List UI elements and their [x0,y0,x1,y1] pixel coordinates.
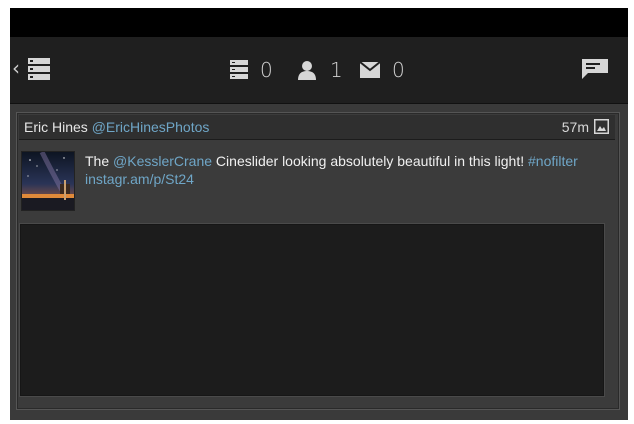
timeline-count: 0 [260,58,273,82]
avatar[interactable] [21,151,75,211]
hashtag-link[interactable]: #nofilter [528,153,578,169]
tweet-header: Eric Hines @EricHinesPhotos 57m [19,115,615,140]
author: Eric Hines @EricHinesPhotos [24,119,209,135]
tweet-timestamp: 57m [561,119,589,135]
action-bar: ‹ 0 1 0 [10,37,628,104]
stacked-list-icon[interactable] [28,58,50,85]
list-icon [230,60,248,85]
image-icon[interactable] [594,119,609,139]
mentions-count: 1 [330,58,343,82]
person-icon [298,60,316,85]
timeline: Eric Hines @EricHinesPhotos 57m The @Kes… [10,104,628,420]
url-link[interactable]: instagr.am/p/St24 [85,171,194,187]
media-preview[interactable] [19,223,605,397]
tweet-text-prefix: The [85,153,114,169]
chevron-left-icon[interactable]: ‹ [12,58,20,78]
mention-link[interactable]: @KesslerCrane [113,153,212,169]
envelope-icon [359,61,381,83]
author-handle[interactable]: @EricHinesPhotos [92,119,210,135]
tweet-text: The @KesslerCrane Cineslider looking abs… [85,152,605,188]
messages-count: 0 [392,58,405,82]
tweet-card[interactable]: Eric Hines @EricHinesPhotos 57m The @Kes… [16,112,620,410]
status-bar [10,8,628,37]
app-window: ‹ 0 1 0 Eric Hines @EricHinesPhotos 57m … [10,8,628,420]
compose-icon[interactable] [582,59,608,84]
author-name[interactable]: Eric Hines [24,119,88,135]
tweet-text-middle: Cineslider looking absolutely beautiful … [212,153,529,169]
